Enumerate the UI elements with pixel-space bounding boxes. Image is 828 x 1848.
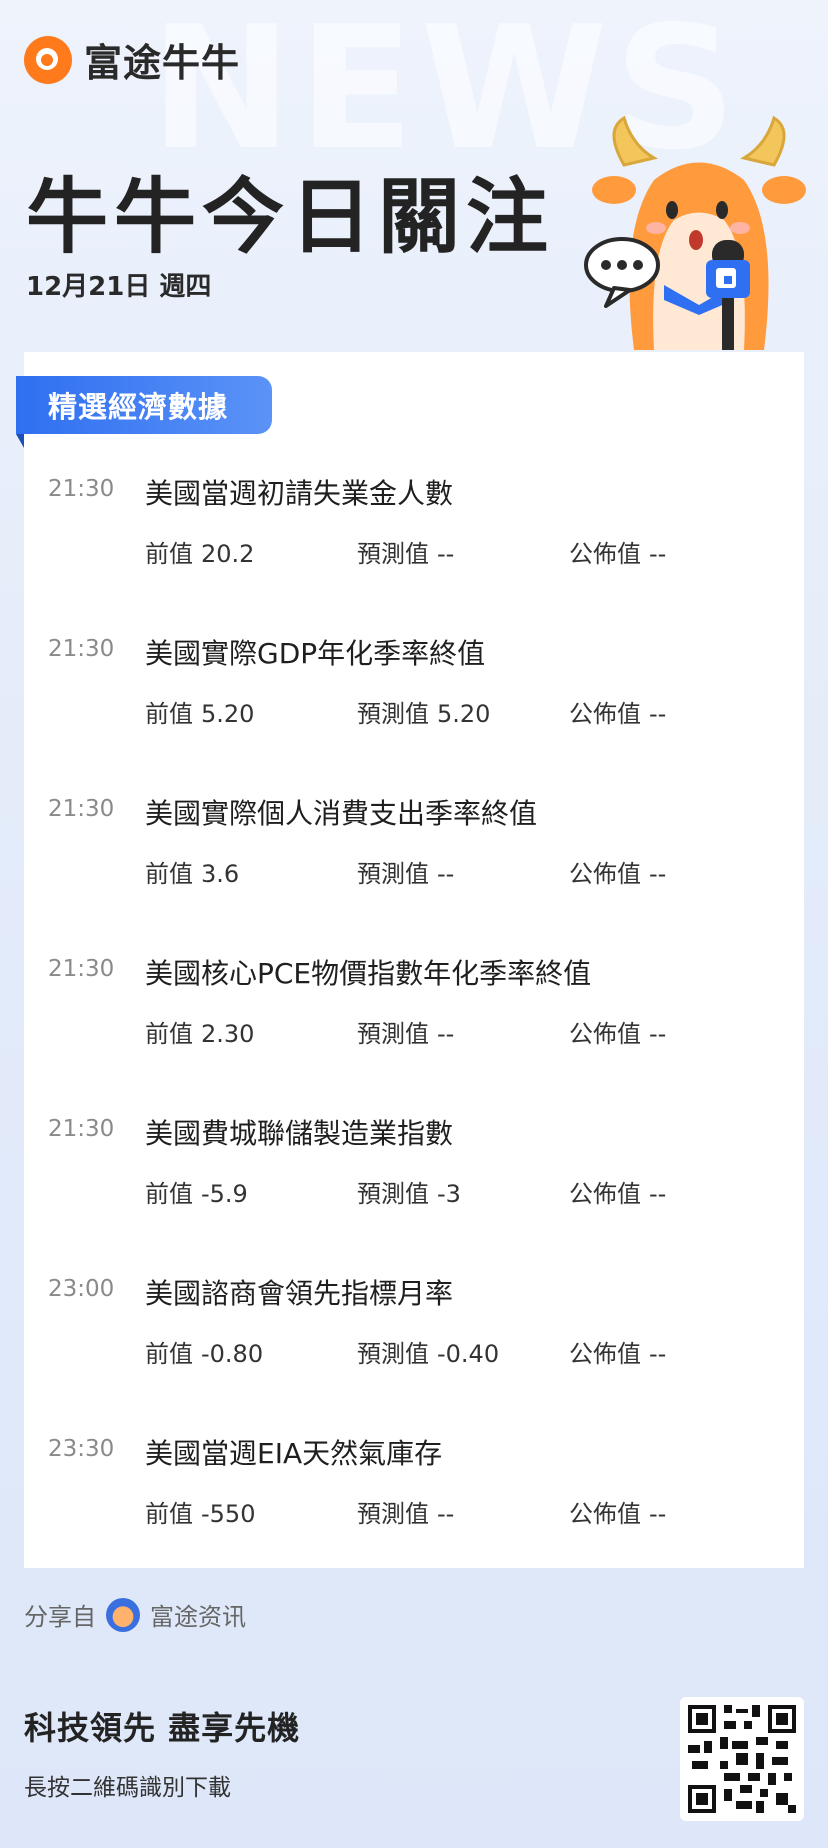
event-row: 21:30 美國費城聯儲製造業指數 前值 -5.9 預測值 -3 公佈值 -- xyxy=(24,1108,804,1268)
event-title: 美國實際個人消費支出季率終值 xyxy=(145,797,538,830)
prev-value: 前值 3.6 xyxy=(145,860,240,888)
event-time: 21:30 xyxy=(48,1116,115,1142)
event-row: 21:30 美國實際個人消費支出季率終值 前值 3.6 預測值 -- 公佈值 -- xyxy=(24,788,804,948)
forecast-value: 預測值 -- xyxy=(357,1020,455,1048)
date-label: 12月21日 週四 xyxy=(26,272,212,302)
footer-subtitle: 長按二維碼識別下載 xyxy=(24,1775,231,1801)
events-list: 21:30 美國當週初請失業金人數 前值 20.2 預測值 -- 公佈值 -- 21:… xyxy=(24,468,804,1588)
event-title: 美國核心PCE物價指數年化季率終值 xyxy=(145,957,592,990)
event-time: 21:30 xyxy=(48,956,115,982)
published-value: 公佈值 -- xyxy=(569,700,667,728)
forecast-value: 預測值 5.20 xyxy=(357,700,491,728)
prev-value: 前值 -0.80 xyxy=(145,1340,264,1368)
event-title: 美國諮商會領先指標月率 xyxy=(145,1277,454,1310)
event-row: 21:30 美國核心PCE物價指數年化季率終值 前值 2.30 預測值 -- 公佈值… xyxy=(24,948,804,1108)
event-time: 23:00 xyxy=(48,1276,115,1302)
prev-value: 前值 2.30 xyxy=(145,1020,255,1048)
qr-code-icon xyxy=(688,1705,796,1813)
published-value: 公佈值 -- xyxy=(569,1500,667,1528)
published-value: 公佈值 -- xyxy=(569,1180,667,1208)
footer-title: 科技領先 盡享先機 xyxy=(24,1709,301,1747)
brand-name: 富途牛牛 xyxy=(84,41,241,85)
section-tag-fold xyxy=(16,434,24,448)
event-row: 23:00 美國諮商會領先指標月率 前值 -0.80 預測值 -0.40 公佈值 -- xyxy=(24,1268,804,1428)
share-prefix: 分享自 xyxy=(24,1603,96,1631)
event-title: 美國當週EIA天然氣庫存 xyxy=(145,1437,443,1470)
published-value: 公佈值 -- xyxy=(569,540,667,568)
event-title: 美國實際GDP年化季率終值 xyxy=(145,637,486,670)
share-source-name: 富途资讯 xyxy=(150,1603,246,1631)
futu-logo-icon xyxy=(24,35,72,84)
section-tag: 精選經濟數據 xyxy=(16,376,272,434)
share-source[interactable]: 分享自 富途资讯 xyxy=(24,1597,246,1632)
prev-value: 前值 -5.9 xyxy=(145,1180,248,1208)
prev-value: 前值 5.20 xyxy=(145,700,255,728)
event-row: 21:30 美國當週初請失業金人數 前值 20.2 預測值 -- 公佈值 -- xyxy=(24,468,804,628)
event-time: 23:30 xyxy=(48,1436,115,1462)
download-qr-code[interactable] xyxy=(680,1697,804,1821)
forecast-value: 預測值 -0.40 xyxy=(357,1340,500,1368)
event-title: 美國費城聯儲製造業指數 xyxy=(145,1117,454,1150)
event-time: 21:30 xyxy=(48,476,115,502)
futu-news-avatar-icon xyxy=(106,1597,140,1632)
forecast-value: 預測值 -3 xyxy=(357,1180,461,1208)
forecast-value: 預測值 -- xyxy=(357,860,455,888)
bull-mascot-icon xyxy=(584,115,806,350)
published-value: 公佈值 -- xyxy=(569,860,667,888)
event-title: 美國當週初請失業金人數 xyxy=(145,477,454,510)
event-time: 21:30 xyxy=(48,796,115,822)
published-value: 公佈值 -- xyxy=(569,1020,667,1048)
event-time: 21:30 xyxy=(48,636,115,662)
brand-logo: 富途牛牛 xyxy=(24,32,240,87)
prev-value: 前值 -550 xyxy=(145,1500,256,1528)
forecast-value: 預測值 -- xyxy=(357,1500,455,1528)
event-row: 21:30 美國實際GDP年化季率終值 前值 5.20 預測值 5.20 公佈值 -- xyxy=(24,628,804,788)
event-row: 23:30 美國當週EIA天然氣庫存 前值 -550 預測值 -- 公佈值 -- xyxy=(24,1428,804,1588)
forecast-value: 預測值 -- xyxy=(357,540,455,568)
published-value: 公佈值 -- xyxy=(569,1340,667,1368)
prev-value: 前值 20.2 xyxy=(145,540,255,568)
page-title: 牛牛今日關注 xyxy=(26,170,555,265)
